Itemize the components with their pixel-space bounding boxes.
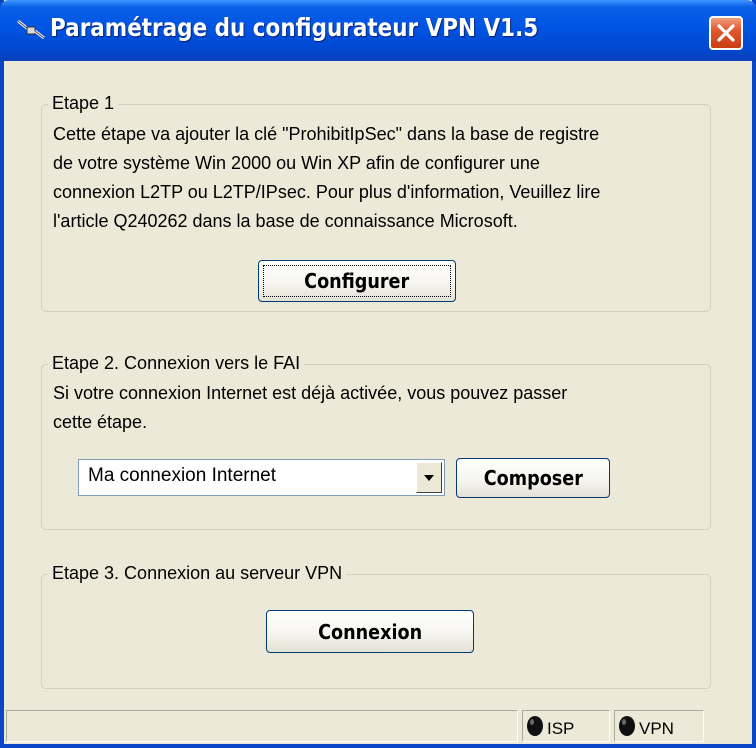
step2-description: Si votre connexion Internet est déjà act… [53,379,567,437]
chevron-down-icon [423,469,435,487]
step3-legend: Etape 3. Connexion au serveur VPN [48,563,347,584]
step2-legend: Etape 2. Connexion vers le FAI [48,353,305,374]
step2-group: Etape 2. Connexion vers le FAI Si votre … [41,353,711,530]
dropdown-arrow-button[interactable] [416,462,442,493]
step1-line: l'article Q240262 dans la base de connai… [53,211,518,231]
connection-select[interactable]: Ma connexion Internet [78,459,445,496]
configure-button[interactable]: Configurer [258,260,456,302]
vpn-indicator: VPN [618,715,674,742]
vpn-label: VPN [639,718,674,738]
dial-button-label: Composer [483,466,583,490]
network-cable-icon [16,17,46,43]
title-bar[interactable]: Paramétrage du configurateur VPN V1.5 [0,0,756,61]
window-title: Paramétrage du configurateur VPN V1.5 [50,13,539,42]
close-icon [711,24,741,52]
step1-line: Cette étape va ajouter la clé "ProhibitI… [53,124,600,144]
isp-indicator: ISP [526,715,574,742]
status-led-icon [618,715,636,742]
step1-legend: Etape 1 [48,93,119,114]
step2-line: cette étape. [53,412,148,432]
isp-label: ISP [547,718,575,738]
step1-line: de votre système Win 2000 ou Win XP afin… [53,153,540,173]
configure-button-label: Configurer [304,269,410,293]
dial-button[interactable]: Composer [456,458,610,498]
dialog-client-area: Etape 1 Cette étape va ajouter la clé "P… [4,61,752,744]
close-button[interactable] [709,16,743,50]
step1-group: Etape 1 Cette étape va ajouter la clé "P… [41,93,711,312]
connection-select-value: Ma connexion Internet [88,465,277,486]
connect-button[interactable]: Connexion [266,610,474,653]
status-bar: ISP VPN [4,708,752,744]
step1-line: connexion L2TP ou L2TP/IPsec. Pour plus … [53,182,601,202]
status-pane-main [6,710,518,742]
status-led-icon [526,715,544,742]
dialog-window: Paramétrage du configurateur VPN V1.5 Et… [0,0,756,748]
step3-group: Etape 3. Connexion au serveur VPN Connex… [41,563,711,689]
connect-button-label: Connexion [317,619,423,644]
step1-description: Cette étape va ajouter la clé "ProhibitI… [53,120,600,236]
step2-line: Si votre connexion Internet est déjà act… [53,383,568,403]
